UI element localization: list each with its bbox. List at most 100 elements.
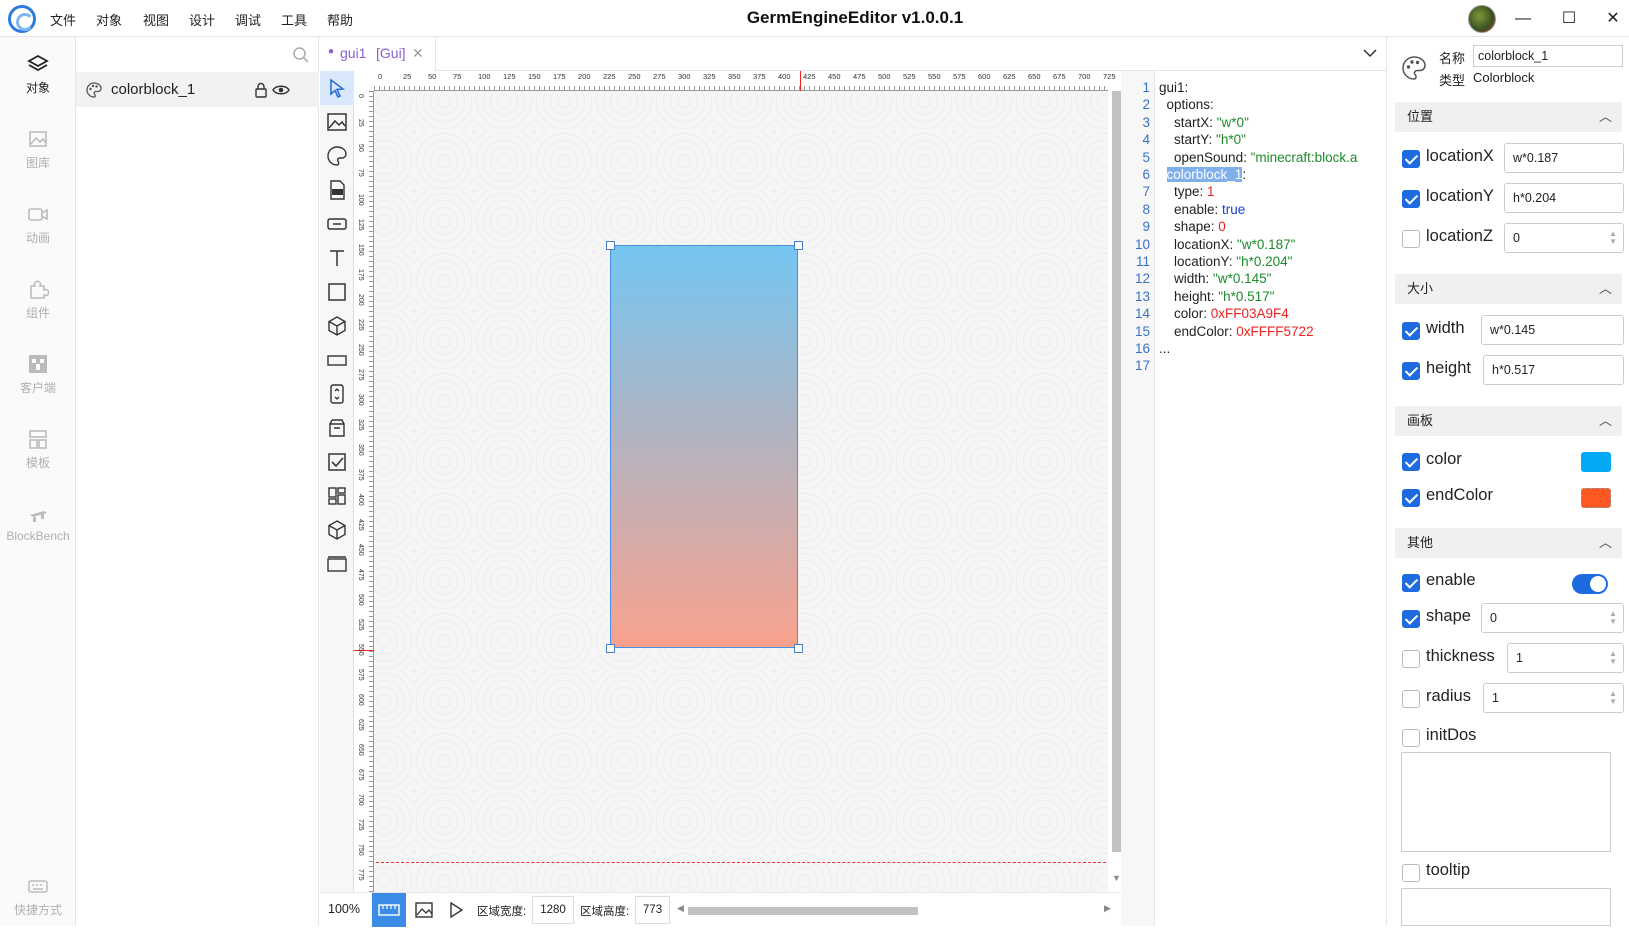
rectangle-tool-icon[interactable]	[325, 280, 349, 304]
object-list-item[interactable]: colorblock_1	[76, 73, 319, 107]
cube-tool-icon[interactable]	[325, 314, 349, 338]
spinner-icon[interactable]: ▲ ▼	[1609, 690, 1617, 706]
height-checkbox[interactable]	[1402, 362, 1420, 380]
minimize-button[interactable]: —	[1508, 6, 1538, 32]
locationX-input[interactable]: w*0.187	[1504, 143, 1624, 173]
code-editor[interactable]: gui1: options: startX: "w*0" startY: "h*…	[1155, 71, 1386, 926]
chevron-down-icon[interactable]	[1362, 47, 1378, 59]
slot-tool-icon[interactable]	[325, 416, 349, 440]
section-size[interactable]: 大小 ︿	[1395, 274, 1622, 304]
resize-handle-tr[interactable]	[794, 241, 803, 250]
close-button[interactable]: ✕	[1598, 6, 1628, 32]
locationZ-input[interactable]: 0 ▲ ▼	[1504, 223, 1624, 253]
ruler-tick-label: 100	[357, 194, 364, 206]
object-search-input[interactable]	[76, 37, 319, 73]
locationX-checkbox[interactable]	[1402, 150, 1420, 168]
left-nav: 对象 图库 动画 组件 客户端 模板 BlockBench 快捷方式	[0, 37, 76, 926]
image-preview-icon[interactable]	[415, 902, 433, 918]
locationZ-checkbox[interactable]	[1402, 230, 1420, 248]
spinner-icon[interactable]: ▲ ▼	[1609, 650, 1617, 666]
locationY-checkbox[interactable]	[1402, 190, 1420, 208]
play-icon[interactable]	[448, 902, 464, 918]
spinner-icon[interactable]: ▲ ▼	[1609, 230, 1617, 246]
canvas-tool-icon[interactable]	[325, 552, 349, 576]
colorblock-element[interactable]	[610, 245, 798, 648]
resize-handle-bl[interactable]	[606, 644, 615, 653]
menu-tools[interactable]: 工具	[281, 10, 307, 29]
nav-animation[interactable]: 动画	[0, 189, 76, 259]
button-tool-icon[interactable]	[325, 212, 349, 236]
gif-tool-icon[interactable]	[325, 178, 349, 202]
menu-file[interactable]: 文件	[50, 10, 76, 29]
horizontal-scrollbar[interactable]	[688, 907, 918, 915]
nav-shortcuts[interactable]: 快捷方式	[0, 861, 76, 931]
nav-gallery[interactable]: 图库	[0, 114, 76, 184]
scroll-down-arrow-icon[interactable]: ▼	[1112, 873, 1121, 883]
ruler-tick-label: 175	[357, 269, 364, 281]
width-checkbox[interactable]	[1402, 322, 1420, 340]
scroll-right-arrow-icon[interactable]: ▶	[1104, 903, 1111, 914]
enable-checkbox[interactable]	[1402, 574, 1420, 592]
section-canvas[interactable]: 画板 ︿	[1395, 406, 1622, 436]
color-checkbox[interactable]	[1402, 453, 1420, 471]
code-line: gui1:	[1159, 80, 1189, 95]
menu-help[interactable]: 帮助	[327, 10, 353, 29]
nav-blockbench[interactable]: BlockBench	[0, 489, 76, 559]
entity-tool-icon[interactable]	[325, 518, 349, 542]
pointer-icon[interactable]	[325, 76, 349, 100]
scroll-tool-icon[interactable]	[325, 382, 349, 406]
name-input[interactable]: colorblock_1	[1473, 45, 1623, 67]
shape-checkbox[interactable]	[1402, 610, 1420, 628]
nav-components[interactable]: 组件	[0, 264, 76, 334]
section-other[interactable]: 其他 ︿	[1395, 528, 1622, 558]
search-icon[interactable]	[292, 46, 310, 64]
maximize-button[interactable]: ☐	[1554, 6, 1584, 32]
tab-close-icon[interactable]: ✕	[412, 45, 424, 62]
nav-objects[interactable]: 对象	[0, 39, 76, 109]
initDos-checkbox[interactable]	[1402, 729, 1420, 747]
ruler-tick-label: 675	[357, 769, 364, 781]
nav-client[interactable]: 客户端	[0, 339, 76, 409]
menu-design[interactable]: 设计	[189, 10, 215, 29]
tab-gui1[interactable]: ● gui1 [Gui] ✕	[320, 37, 436, 71]
menu-debug[interactable]: 调试	[235, 10, 261, 29]
resize-handle-tl[interactable]	[606, 241, 615, 250]
scroll-left-arrow-icon[interactable]: ◀	[677, 903, 684, 914]
text-tool-icon[interactable]	[325, 246, 349, 270]
resize-handle-br[interactable]	[794, 644, 803, 653]
thickness-input[interactable]: 1 ▲ ▼	[1507, 643, 1624, 673]
input-tool-icon[interactable]	[325, 348, 349, 372]
radius-checkbox[interactable]	[1402, 690, 1420, 708]
nav-templates[interactable]: 模板	[0, 414, 76, 484]
thickness-checkbox[interactable]	[1402, 650, 1420, 668]
endColor-checkbox[interactable]	[1402, 489, 1420, 507]
lock-icon[interactable]	[254, 82, 268, 98]
width-input[interactable]: w*0.145	[1481, 315, 1624, 345]
grid-tool-icon[interactable]	[325, 484, 349, 508]
tooltip-textarea[interactable]	[1401, 888, 1611, 926]
spinner-icon[interactable]: ▲ ▼	[1609, 610, 1617, 626]
initDos-textarea[interactable]	[1401, 752, 1611, 852]
avatar[interactable]	[1468, 5, 1496, 33]
endColor-swatch[interactable]	[1581, 488, 1611, 508]
tooltip-checkbox[interactable]	[1402, 864, 1420, 882]
locationY-input[interactable]: h*0.204	[1504, 183, 1624, 213]
menu-object[interactable]: 对象	[96, 10, 122, 29]
palette-tool-icon[interactable]	[325, 144, 349, 168]
color-swatch[interactable]	[1581, 452, 1611, 472]
zoom-level[interactable]: 100%	[328, 902, 360, 916]
checkbox-tool-icon[interactable]	[325, 450, 349, 474]
line-number: 1	[1142, 80, 1150, 95]
enable-toggle[interactable]	[1572, 574, 1608, 594]
menu-view[interactable]: 视图	[143, 10, 169, 29]
ruler-toggle-button[interactable]	[372, 893, 406, 927]
eye-icon[interactable]	[272, 82, 290, 98]
height-input[interactable]: h*0.517	[1483, 355, 1624, 385]
shape-input[interactable]: 0 ▲ ▼	[1481, 603, 1624, 633]
area-width-input[interactable]: 1280	[532, 896, 574, 924]
nav-label: 模板	[25, 456, 50, 470]
image-tool-icon[interactable]	[325, 110, 349, 134]
section-position[interactable]: 位置 ︿	[1395, 102, 1622, 132]
area-height-input[interactable]: 773	[635, 896, 670, 924]
radius-input[interactable]: 1 ▲ ▼	[1483, 683, 1624, 713]
